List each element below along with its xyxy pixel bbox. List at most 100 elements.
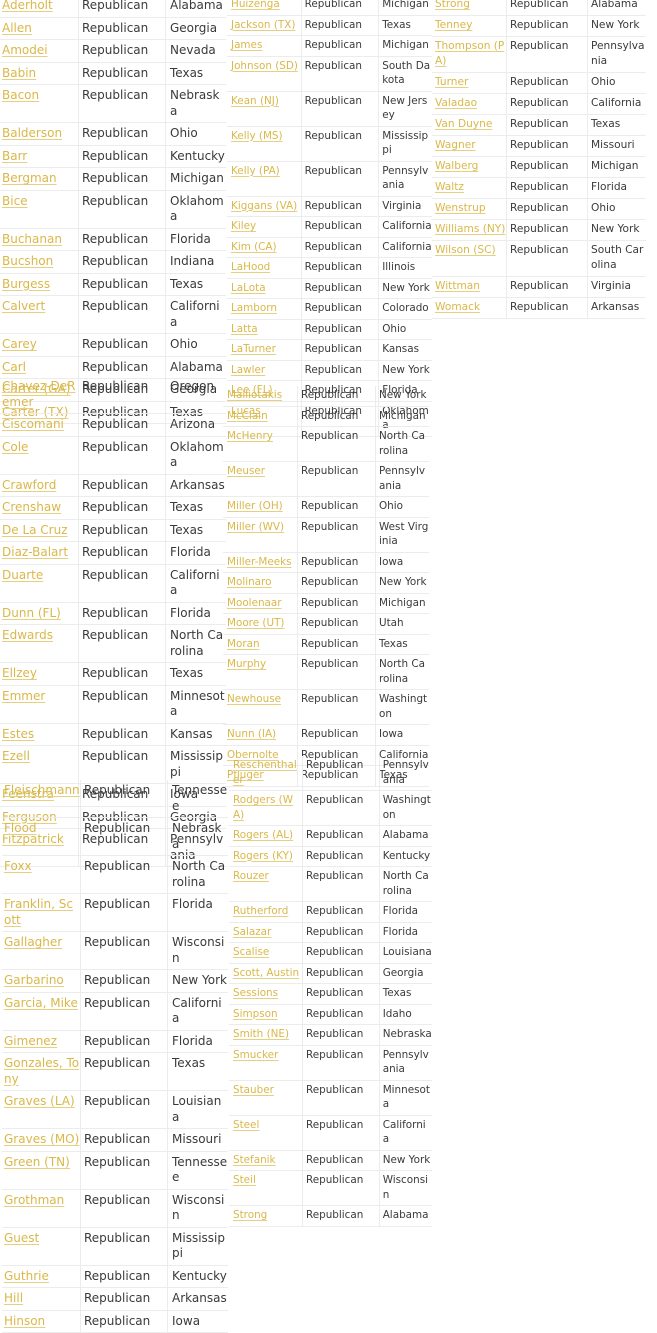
member-name-link[interactable]: Kiley (231, 220, 256, 232)
member-name-link[interactable]: Williams (NY) (435, 223, 505, 235)
member-name-link[interactable]: Miller (WV) (227, 521, 284, 533)
member-name-link[interactable]: Wagner (435, 139, 476, 151)
member-name-link[interactable]: Walberg (435, 160, 478, 172)
member-name-link[interactable]: Crawford (2, 478, 56, 492)
member-name-link[interactable]: Fleischmann (4, 783, 80, 797)
member-name-link[interactable]: Ezell (2, 749, 30, 763)
member-name-link[interactable]: LaTurner (231, 343, 276, 355)
member-name-link[interactable]: Burgess (2, 277, 50, 291)
member-name-link[interactable]: Emmer (2, 689, 45, 703)
member-name-link[interactable]: Reschenthaler (233, 759, 297, 786)
member-name-link[interactable]: Scott, Austin (233, 967, 299, 979)
member-name-link[interactable]: Graves (MO) (4, 1132, 79, 1146)
member-name-link[interactable]: Strong (233, 1209, 267, 1221)
member-name-link[interactable]: Foxx (4, 859, 32, 873)
member-name-link[interactable]: Calvert (2, 299, 45, 313)
member-name-link[interactable]: Thompson (PA) (435, 40, 504, 67)
member-name-link[interactable]: Malliotakis (227, 389, 282, 401)
member-name-link[interactable]: Kiggans (VA) (231, 200, 297, 212)
member-name-link[interactable]: Moolenaar (227, 597, 282, 609)
member-name-link[interactable]: Dunn (FL) (2, 606, 61, 620)
member-name-link[interactable]: Bucshon (2, 254, 53, 268)
member-name-link[interactable]: Allen (2, 21, 32, 35)
member-name-link[interactable]: Wilson (SC) (435, 244, 496, 256)
member-name-link[interactable]: Steel (233, 1119, 259, 1131)
member-name-link[interactable]: Simpson (233, 1008, 278, 1020)
member-name-link[interactable]: McClain (227, 410, 268, 422)
member-name-link[interactable]: Steil (233, 1174, 256, 1186)
member-name-link[interactable]: Strong (435, 0, 470, 10)
member-name-link[interactable]: Sessions (233, 987, 278, 999)
member-name-link[interactable]: Meuser (227, 465, 265, 477)
member-name-link[interactable]: Hinson (4, 1314, 45, 1328)
member-name-link[interactable]: Huizenga (231, 0, 280, 10)
member-name-link[interactable]: Estes (2, 727, 34, 741)
member-name-link[interactable]: Scalise (233, 946, 269, 958)
member-name-link[interactable]: Stefanik (233, 1154, 276, 1166)
member-name-link[interactable]: Gonzales, Tony (4, 1056, 79, 1086)
member-name-link[interactable]: Amodei (2, 43, 48, 57)
member-name-link[interactable]: Stauber (233, 1084, 274, 1096)
member-name-link[interactable]: Barr (2, 149, 27, 163)
member-name-link[interactable]: Carl (2, 360, 26, 374)
member-name-link[interactable]: Waltz (435, 181, 464, 193)
member-name-link[interactable]: Aderholt (2, 0, 53, 12)
member-name-link[interactable]: Latta (231, 323, 258, 335)
member-name-link[interactable]: Smith (NE) (233, 1028, 289, 1040)
member-name-link[interactable]: LaLota (231, 282, 266, 294)
member-name-link[interactable]: Kelly (MS) (231, 130, 283, 142)
member-name-link[interactable]: Garcia, Mike (4, 996, 78, 1010)
member-name-link[interactable]: Johnson (SD) (231, 60, 298, 72)
member-name-link[interactable]: McHenry (227, 430, 273, 442)
member-name-link[interactable]: Lamborn (231, 302, 277, 314)
member-name-link[interactable]: Murphy (227, 658, 266, 670)
member-name-link[interactable]: Valadao (435, 97, 477, 109)
member-name-link[interactable]: Moran (227, 638, 260, 650)
member-name-link[interactable]: James (231, 39, 262, 51)
member-name-link[interactable]: Guthrie (4, 1269, 49, 1283)
member-name-link[interactable]: Guest (4, 1231, 39, 1245)
member-name-link[interactable]: Smucker (233, 1049, 278, 1061)
member-name-link[interactable]: Rutherford (233, 905, 288, 917)
member-name-link[interactable]: Tenney (435, 19, 472, 31)
member-name-link[interactable]: Kelly (PA) (231, 165, 280, 177)
member-name-link[interactable]: Bergman (2, 171, 57, 185)
member-name-link[interactable]: Ellzey (2, 666, 37, 680)
member-name-link[interactable]: Ciscomani (2, 417, 64, 431)
member-name-link[interactable]: Gallagher (4, 935, 62, 949)
member-name-link[interactable]: Miller-Meeks (227, 556, 292, 568)
member-name-link[interactable]: Diaz-Balart (2, 545, 68, 559)
member-name-link[interactable]: Rogers (KY) (233, 850, 293, 862)
member-name-link[interactable]: Rogers (AL) (233, 829, 293, 841)
member-name-link[interactable]: Green (TN) (4, 1155, 70, 1169)
member-name-link[interactable]: Franklin, Scott (4, 897, 73, 927)
member-name-link[interactable]: Turner (435, 76, 468, 88)
member-name-link[interactable]: Bacon (2, 88, 39, 102)
member-name-link[interactable]: Lawler (231, 364, 265, 376)
member-name-link[interactable]: Newhouse (227, 693, 281, 705)
member-name-link[interactable]: Chavez-DeRemer (2, 379, 75, 409)
member-name-link[interactable]: LaHood (231, 261, 270, 273)
member-name-link[interactable]: Graves (LA) (4, 1094, 75, 1108)
member-name-link[interactable]: Crenshaw (2, 500, 61, 514)
member-name-link[interactable]: Buchanan (2, 232, 62, 246)
member-name-link[interactable]: Wittman (435, 280, 480, 292)
member-name-link[interactable]: Jackson (TX) (231, 19, 295, 31)
member-name-link[interactable]: Nunn (IA) (227, 728, 276, 740)
member-name-link[interactable]: De La Cruz (2, 523, 68, 537)
member-name-link[interactable]: Carey (2, 337, 37, 351)
member-name-link[interactable]: Molinaro (227, 576, 271, 588)
member-name-link[interactable]: Womack (435, 301, 480, 313)
member-name-link[interactable]: Hill (4, 1291, 23, 1305)
member-name-link[interactable]: Kim (CA) (231, 241, 277, 253)
member-name-link[interactable]: Moore (UT) (227, 617, 284, 629)
member-name-link[interactable]: Bice (2, 194, 28, 208)
member-name-link[interactable]: Kean (NJ) (231, 95, 279, 107)
member-name-link[interactable]: Babin (2, 66, 36, 80)
member-name-link[interactable]: Rouzer (233, 870, 269, 882)
member-name-link[interactable]: Garbarino (4, 973, 64, 987)
member-name-link[interactable]: Duarte (2, 568, 43, 582)
member-name-link[interactable]: Van Duyne (435, 118, 492, 130)
member-name-link[interactable]: Rodgers (WA) (233, 794, 293, 821)
member-name-link[interactable]: Salazar (233, 926, 271, 938)
